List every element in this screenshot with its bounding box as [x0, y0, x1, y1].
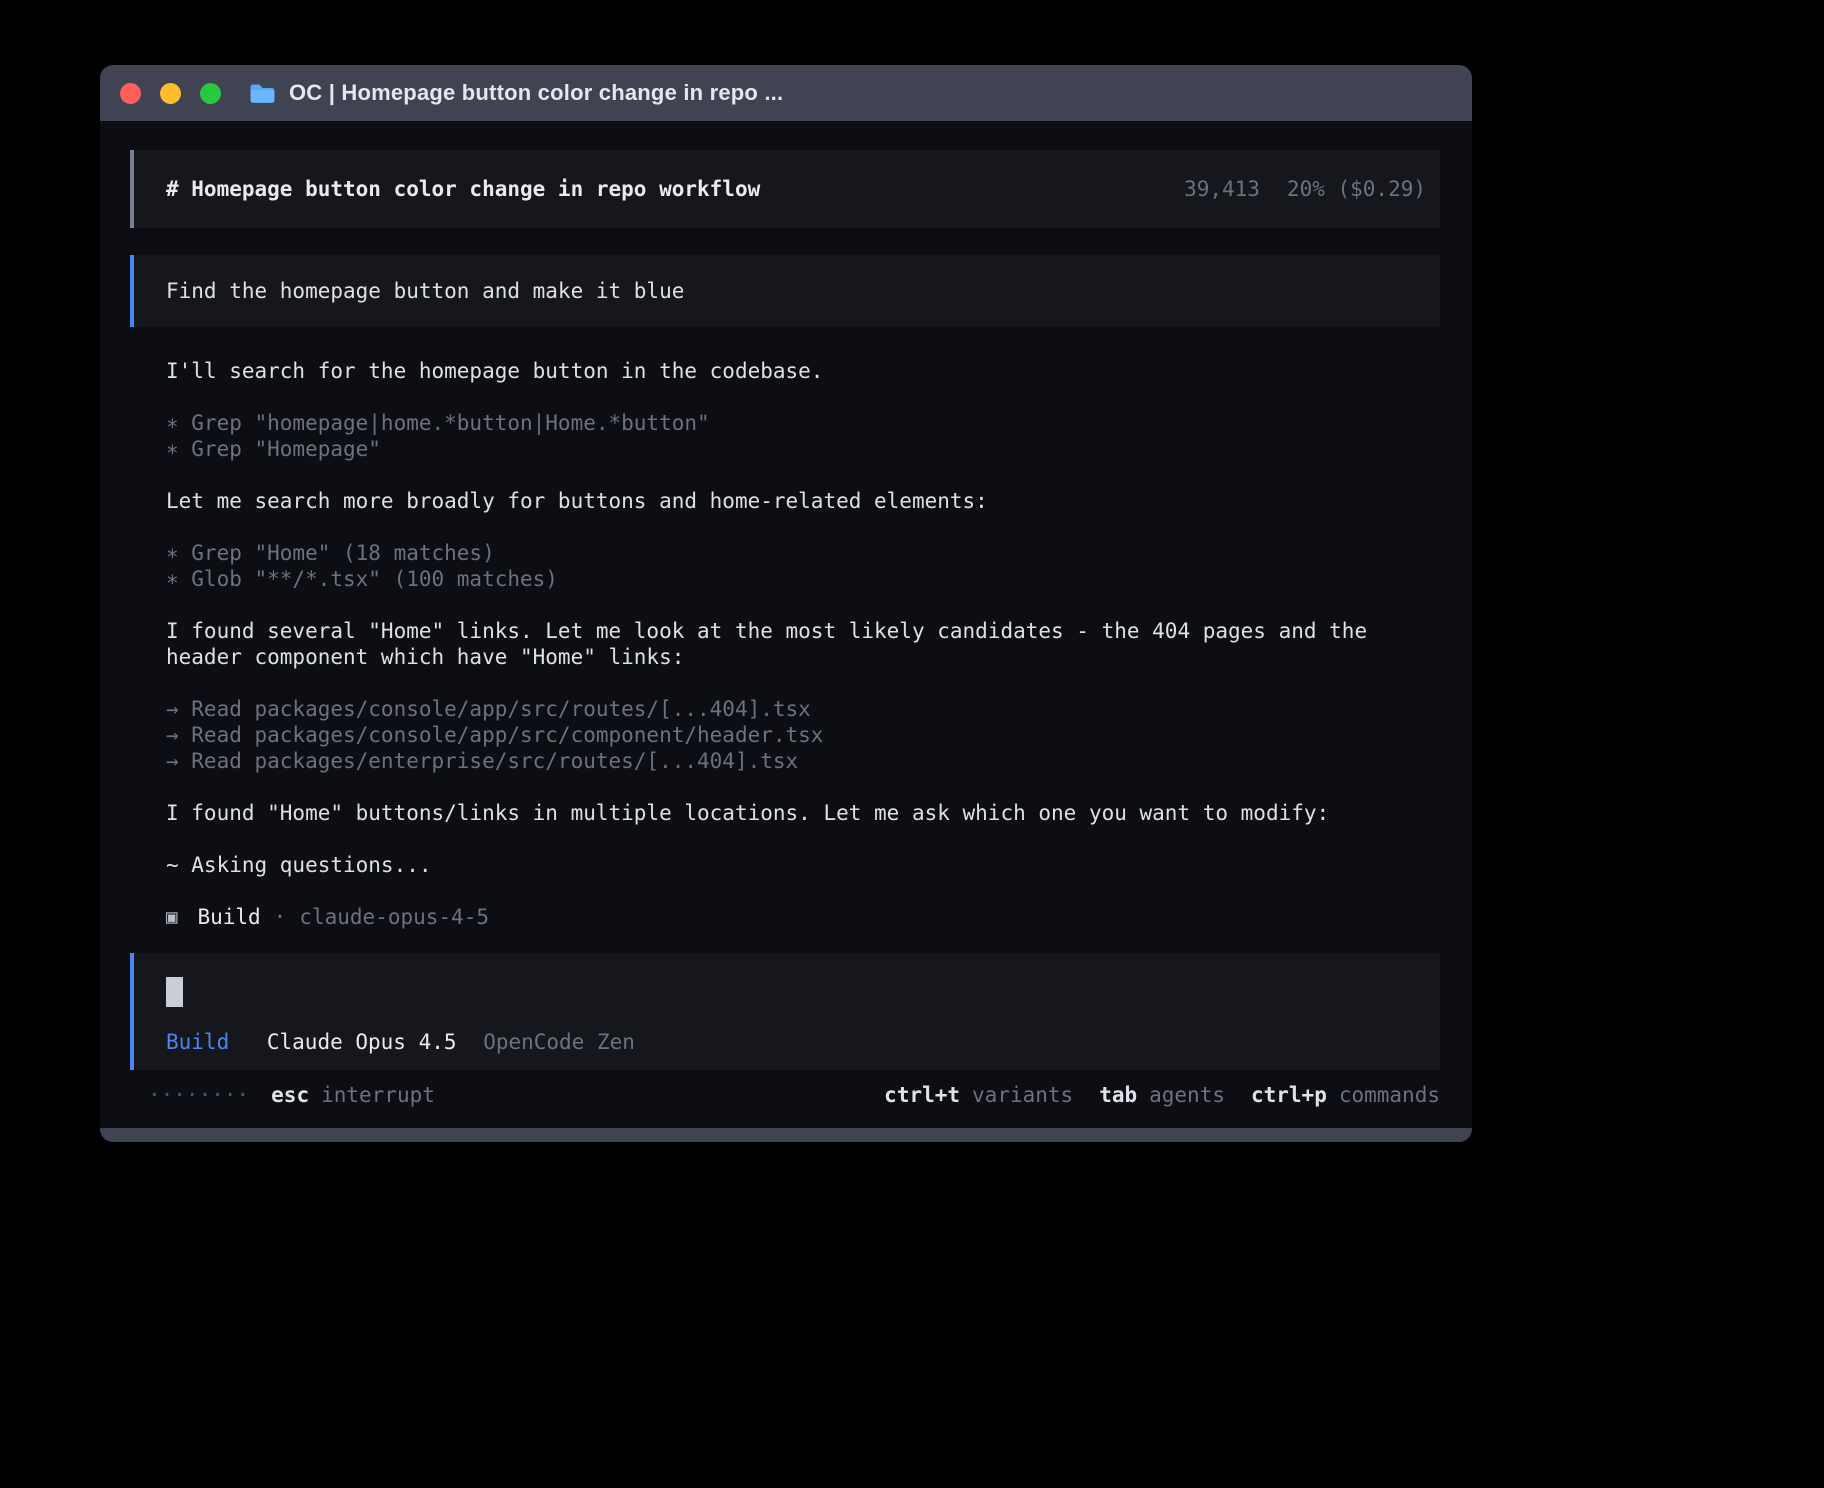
tool-call-read: → Read packages/enterprise/src/routes/[.… [166, 748, 1440, 774]
input-meta: Build Claude Opus 4.5 OpenCode Zen [166, 1029, 1408, 1055]
window-title: OC | Homepage button color change in rep… [289, 80, 783, 106]
shortcut-label: commands [1339, 1082, 1440, 1108]
tool-call-read: → Read packages/console/app/src/componen… [166, 722, 1440, 748]
terminal-window: OC | Homepage button color change in rep… [100, 65, 1472, 1142]
window-titlebar[interactable]: OC | Homepage button color change in rep… [100, 65, 1472, 121]
tool-call-grep: ∗ Grep "homepage|home.*button|Home.*butt… [166, 410, 1440, 436]
minimize-button[interactable] [160, 83, 181, 104]
status-left: ········ esc interrupt [148, 1082, 435, 1108]
user-message: Find the homepage button and make it blu… [130, 255, 1440, 327]
esc-label: interrupt [321, 1082, 435, 1108]
terminal-content: # Homepage button color change in repo w… [100, 121, 1472, 1128]
agent-mode-label: Build [197, 904, 260, 930]
esc-key[interactable]: esc [271, 1082, 309, 1108]
tool-call-read: → Read packages/console/app/src/routes/[… [166, 696, 1440, 722]
tool-call-group: ∗ Grep "homepage|home.*button|Home.*butt… [166, 410, 1440, 462]
text-cursor [166, 977, 183, 1007]
token-count: 39,413 [1184, 177, 1260, 201]
provider-label: OpenCode Zen [483, 1030, 635, 1054]
session-meta: 39,413 20% ($0.29) [1184, 177, 1426, 201]
prompt-input[interactable]: Build Claude Opus 4.5 OpenCode Zen [130, 953, 1440, 1070]
tool-call-group: ∗ Grep "Home" (18 matches) ∗ Glob "**/*.… [166, 540, 1440, 592]
close-button[interactable] [120, 83, 141, 104]
tool-call-group: → Read packages/console/app/src/routes/[… [166, 696, 1440, 774]
shortcut-key: ctrl+t [884, 1082, 960, 1108]
agent-badge: ▣ Build · claude-opus-4-5 [130, 904, 1440, 930]
shortcut-label: variants [972, 1082, 1073, 1108]
tool-call-grep: ∗ Grep "Home" (18 matches) [166, 540, 1440, 566]
assistant-status: ~ Asking questions... [166, 852, 1440, 878]
spinner-dots: ········ [148, 1082, 249, 1108]
shortcut-variants[interactable]: ctrl+t variants [884, 1082, 1073, 1108]
session-title: # Homepage button color change in repo w… [166, 177, 760, 201]
mode-label[interactable]: Build [166, 1030, 229, 1054]
user-message-text: Find the homepage button and make it blu… [166, 279, 684, 303]
status-right: ctrl+t variants tab agents ctrl+p comman… [884, 1082, 1440, 1108]
shortcut-key: tab [1099, 1082, 1137, 1108]
shortcut-key: ctrl+p [1251, 1082, 1327, 1108]
assistant-text: I found "Home" buttons/links in multiple… [166, 800, 1440, 826]
session-header: # Homepage button color change in repo w… [130, 150, 1440, 228]
agent-mode-icon: ▣ [166, 904, 177, 930]
shortcut-commands[interactable]: ctrl+p commands [1251, 1082, 1440, 1108]
assistant-text: Let me search more broadly for buttons a… [166, 488, 1440, 514]
traffic-lights [120, 83, 221, 104]
assistant-output: I'll search for the homepage button in t… [130, 358, 1440, 878]
shortcut-agents[interactable]: tab agents [1099, 1082, 1225, 1108]
assistant-text: I'll search for the homepage button in t… [166, 358, 1440, 384]
folder-icon [249, 83, 276, 104]
tool-call-glob: ∗ Glob "**/*.tsx" (100 matches) [166, 566, 1440, 592]
model-label[interactable]: Claude Opus 4.5 [267, 1030, 457, 1054]
shortcut-label: agents [1149, 1082, 1225, 1108]
agent-separator: · [274, 904, 287, 930]
agent-model-label: claude-opus-4-5 [299, 904, 489, 930]
status-bar: ········ esc interrupt ctrl+t variants t… [130, 1082, 1440, 1108]
tool-call-grep: ∗ Grep "Homepage" [166, 436, 1440, 462]
context-usage: 20% ($0.29) [1287, 177, 1426, 201]
zoom-button[interactable] [200, 83, 221, 104]
assistant-text: I found several "Home" links. Let me loo… [166, 618, 1440, 670]
